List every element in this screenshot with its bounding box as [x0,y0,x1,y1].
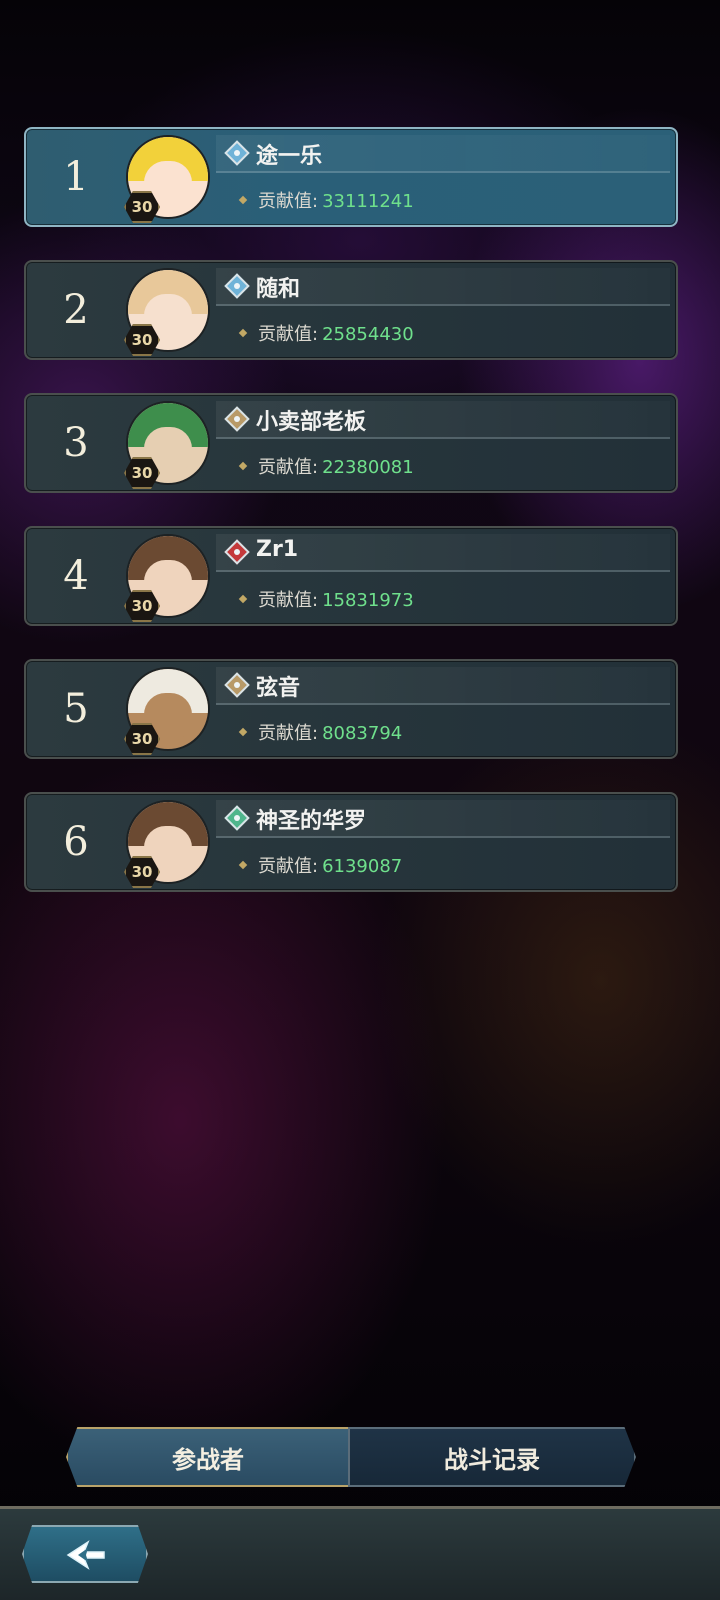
back-arrow-icon [66,1540,105,1570]
name-bar: 弦音 [216,667,670,705]
bullet-icon [238,328,248,338]
tab-participants[interactable]: 参战者 [66,1427,350,1487]
contribution-label: 贡献值: [258,191,319,212]
contribution-label: 贡献值: [258,723,319,744]
bullet-icon [238,195,248,205]
contribution-label: 贡献值: [258,590,319,611]
element-icon [224,805,250,831]
rank-number: 1 [63,154,89,200]
player-name: 途一乐 [256,144,323,169]
rank-number: 4 [63,553,89,599]
tab-battle-log[interactable]: 战斗记录 [348,1427,636,1487]
contribution-label: 贡献值: [258,856,319,877]
name-bar: Zr1 [216,534,670,572]
name-bar: 小卖部老板 [216,401,670,439]
contribution-value: 8083794 [322,723,403,744]
name-bar: 随和 [216,268,670,306]
contribution-value: 33111241 [322,191,414,212]
rank-number: 5 [63,686,89,732]
rank-row[interactable]: 2 30 随和 贡献值: 25854430 [24,260,678,360]
name-bar: 途一乐 [216,135,670,173]
element-icon [224,539,250,565]
element-icon [224,140,250,166]
rank-number: 3 [63,420,89,466]
contribution: 贡献值: 8083794 [238,719,403,745]
bullet-icon [238,860,248,870]
contribution-value: 6139087 [322,856,403,877]
contribution: 贡献值: 22380081 [238,453,414,479]
element-icon [224,672,250,698]
bullet-icon [238,461,248,471]
rank-row[interactable]: 3 30 小卖部老板 贡献值: 22380081 [24,393,678,493]
player-name: 神圣的华罗 [256,809,367,834]
element-icon [224,273,250,299]
contribution-value: 22380081 [322,457,414,478]
contribution-value: 15831973 [322,590,414,611]
contribution: 贡献值: 6139087 [238,852,403,878]
contribution: 贡献值: 25854430 [238,320,414,346]
contribution: 贡献值: 15831973 [238,586,414,612]
player-name: 弦音 [256,676,301,701]
bullet-icon [238,727,248,737]
name-bar: 神圣的华罗 [216,800,670,838]
rank-number: 2 [63,287,89,333]
bottom-bar [0,1506,720,1600]
contribution: 贡献值: 33111241 [238,187,414,213]
tab-bar: 参战者 战斗记录 [66,1427,636,1487]
back-button[interactable] [22,1525,148,1583]
contribution-value: 25854430 [322,324,414,345]
player-name: 随和 [256,277,301,302]
bullet-icon [238,594,248,604]
element-icon [224,406,250,432]
contribution-label: 贡献值: [258,457,319,478]
rank-row[interactable]: 1 30 途一乐 贡献值: 33111241 [24,127,678,227]
rank-number: 6 [63,819,89,865]
contribution-label: 贡献值: [258,324,319,345]
rank-row[interactable]: 4 30 Zr1 贡献值: 15831973 [24,526,678,626]
rank-row[interactable]: 5 30 弦音 贡献值: 8083794 [24,659,678,759]
player-name: Zr1 [256,537,299,562]
rank-row[interactable]: 6 30 神圣的华罗 贡献值: 6139087 [24,792,678,892]
player-name: 小卖部老板 [256,410,367,435]
